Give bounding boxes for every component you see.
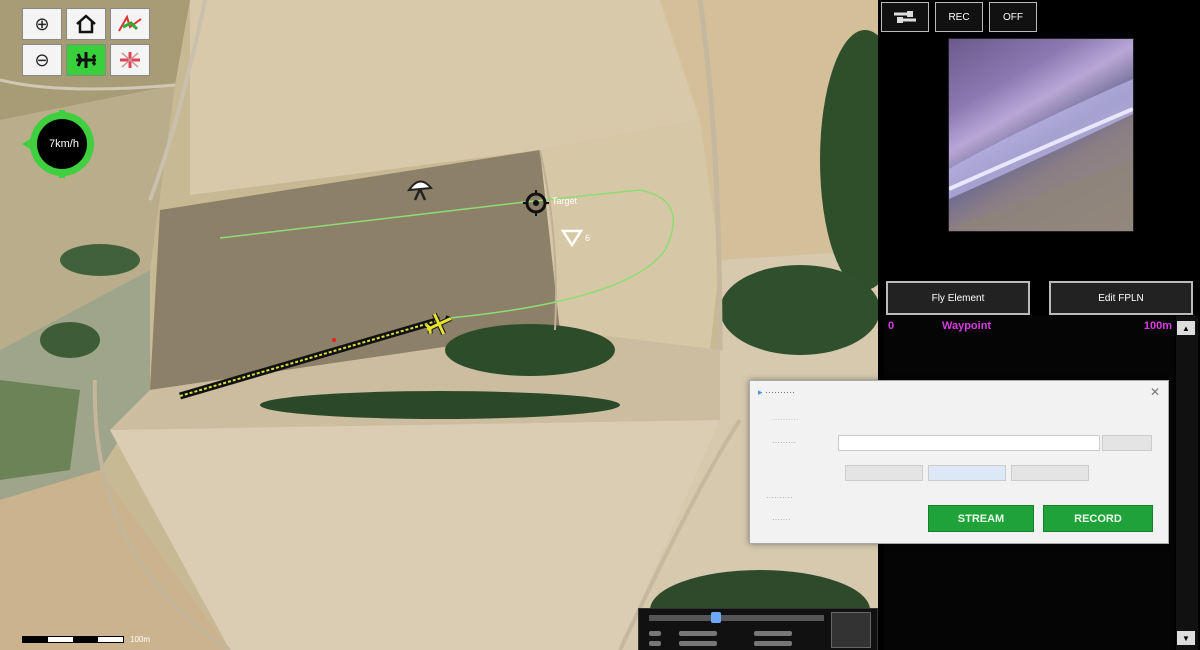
target-label: Target [552,196,578,206]
waypoint-label: 6 [585,233,591,243]
link-button[interactable] [881,2,929,32]
fly-element-button[interactable]: Fly Element [886,281,1030,315]
off-button[interactable]: OFF [989,2,1037,32]
zoom-out-icon: ⊖ [34,49,50,70]
telemetry-row [754,641,792,646]
speed-gauge: 7km/h [22,110,98,178]
record-button[interactable]: RECORD [1043,505,1153,532]
list-item[interactable]: 0 Waypoint 100m [886,318,1172,336]
scale-label: 100m [130,635,151,644]
telemetry-row [649,641,661,646]
zoom-out-button[interactable]: ⊖ [22,44,62,76]
disabled-plane-icon [120,52,140,68]
panel-toolbar: REC OFF [881,2,1037,32]
scroll-up-icon[interactable]: ▲ [1177,321,1195,335]
camera-feed [948,38,1134,232]
stream-button[interactable]: STREAM [928,505,1034,532]
telemetry-row [649,631,661,636]
speed-value: 7km/h [49,138,79,150]
list-scrollbar[interactable]: ▲ ▼ [1176,316,1198,650]
option-button-2[interactable] [928,465,1006,481]
destination-input[interactable] [838,435,1100,451]
edit-fpln-button[interactable]: Edit FPLN [1049,281,1193,315]
target-icon [523,190,549,216]
plane-icon [76,52,97,68]
rec-button[interactable]: REC [935,2,983,32]
map-scale: 100m [22,635,150,644]
follow-plane-button[interactable] [66,44,106,76]
home-icon [76,14,96,34]
dialog-app-icon: ▸ [758,387,763,397]
telemetry-slider[interactable] [649,615,824,621]
ground-station-icon [406,180,433,201]
zoom-in-icon: ⊕ [34,13,50,34]
telemetry-button[interactable] [831,612,871,648]
stream-dialog: ▸ ·········· ✕ ·········· ········· ····… [749,380,1169,544]
telemetry-slider-knob[interactable] [711,612,721,623]
telemetry-row [754,631,792,636]
home-button[interactable] [66,8,106,40]
clear-plane-button[interactable] [110,44,150,76]
map-view[interactable]: ⊕ ⊖ 7km/h Target 6 100m [0,0,878,650]
browse-button[interactable] [1102,435,1152,451]
map-toolbar: ⊕ ⊖ [22,8,150,76]
status-section-label: ·········· [766,493,793,502]
waypoint-marker-icon[interactable] [560,228,584,248]
zoom-in-button[interactable]: ⊕ [22,8,62,40]
waypoint-distance: 100m [1143,320,1172,332]
destination-label: ········· [772,438,796,447]
aircraft-icon[interactable] [423,310,455,338]
scroll-down-icon[interactable]: ▼ [1177,631,1195,645]
link-icon [894,11,916,23]
telemetry-row [679,631,717,636]
option-button-3[interactable] [1011,465,1089,481]
waypoint-index: 0 [888,320,895,332]
waypoints-icon [118,14,142,32]
side-panel: REC OFF Fly Element Edit FPLN 0 Waypoint… [878,0,1200,650]
telemetry-box [638,608,878,650]
waypoints-button[interactable] [110,8,150,40]
scale-bar [22,636,124,643]
dialog-section-label: ·········· [772,415,799,424]
dialog-title: ▸ ·········· [758,387,796,397]
close-icon[interactable]: ✕ [1150,385,1160,399]
status-text: ······· [772,515,791,524]
telemetry-row [679,641,717,646]
waypoint-type: Waypoint [942,320,992,332]
option-button-1[interactable] [845,465,923,481]
